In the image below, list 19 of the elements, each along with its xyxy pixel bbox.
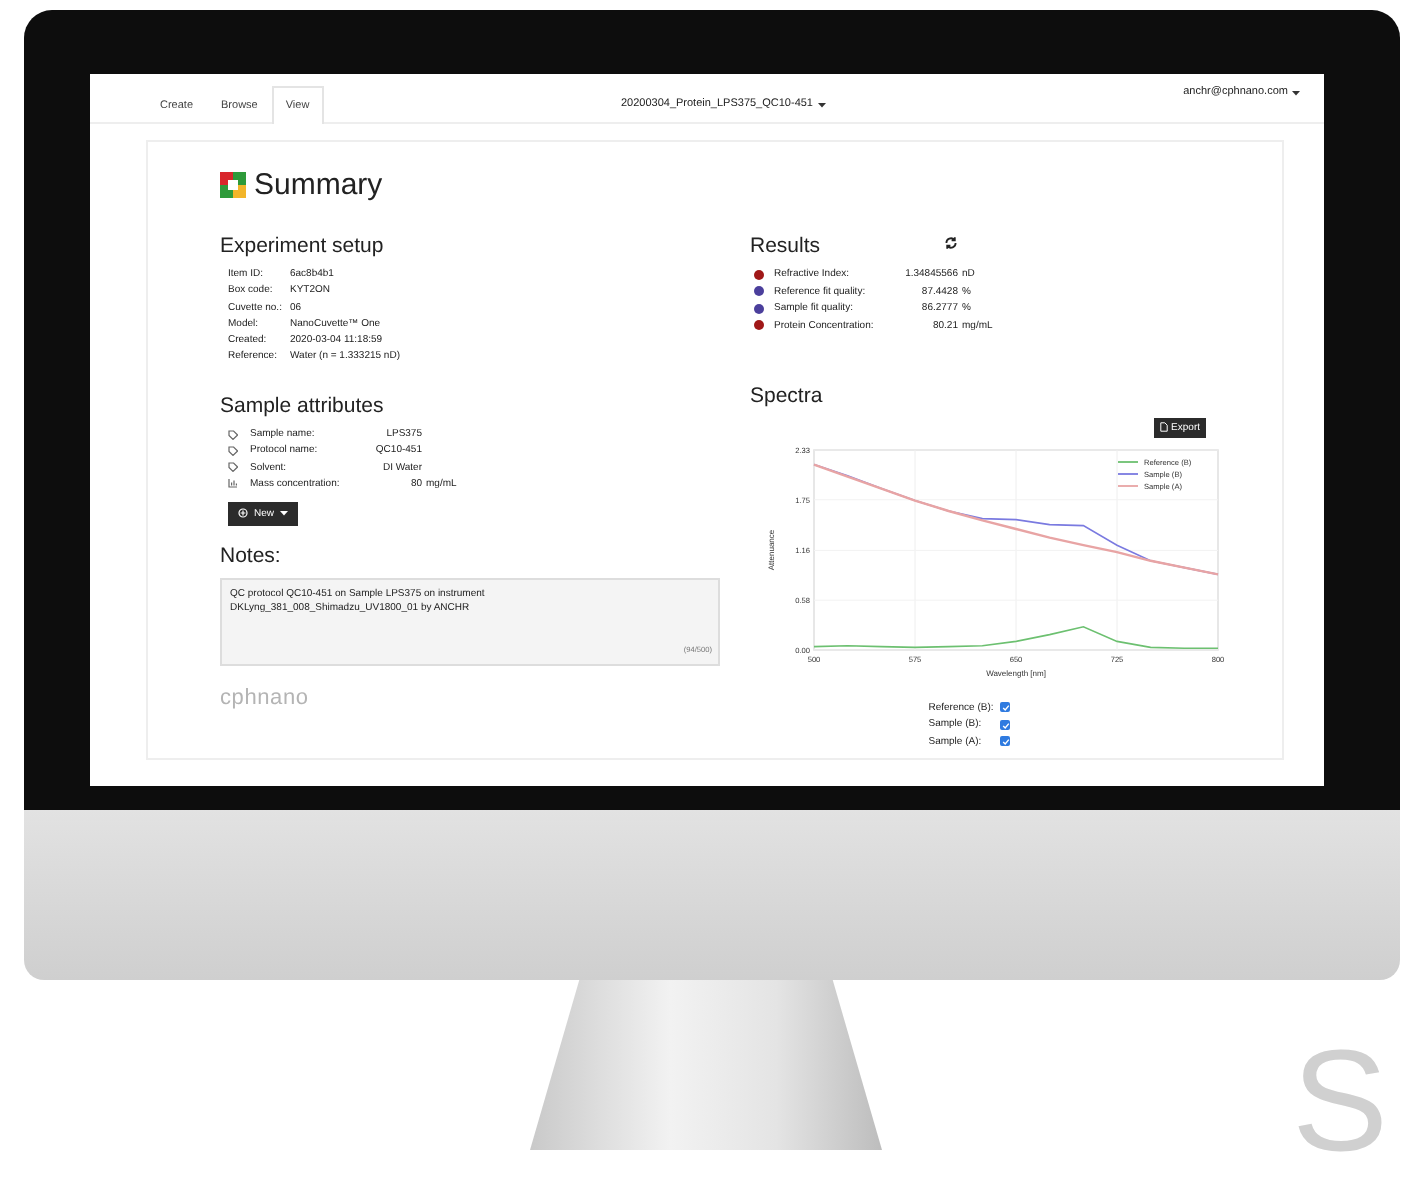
refresh-icon (944, 235, 959, 250)
section-heading: Results (750, 234, 821, 259)
checkbox[interactable] (999, 702, 1010, 713)
caret-icon (817, 101, 825, 107)
chart-icon (228, 478, 238, 489)
line-series (813, 625, 1219, 649)
document-icon (1159, 422, 1168, 433)
section-heading: Experiment setup (220, 234, 386, 259)
section-heading: Notes: (220, 543, 283, 568)
section-heading: Spectra (750, 383, 825, 408)
page-title: Summary (254, 167, 383, 201)
footer-logo: cphnano (220, 685, 311, 710)
plus-circle-icon (238, 508, 248, 519)
caret-icon (1291, 89, 1300, 95)
checkbox[interactable] (999, 736, 1010, 747)
caret-icon (280, 510, 289, 517)
checkbox[interactable] (999, 719, 1010, 730)
summary-logo-icon (220, 171, 246, 197)
section-heading: Sample attributes (220, 394, 386, 419)
